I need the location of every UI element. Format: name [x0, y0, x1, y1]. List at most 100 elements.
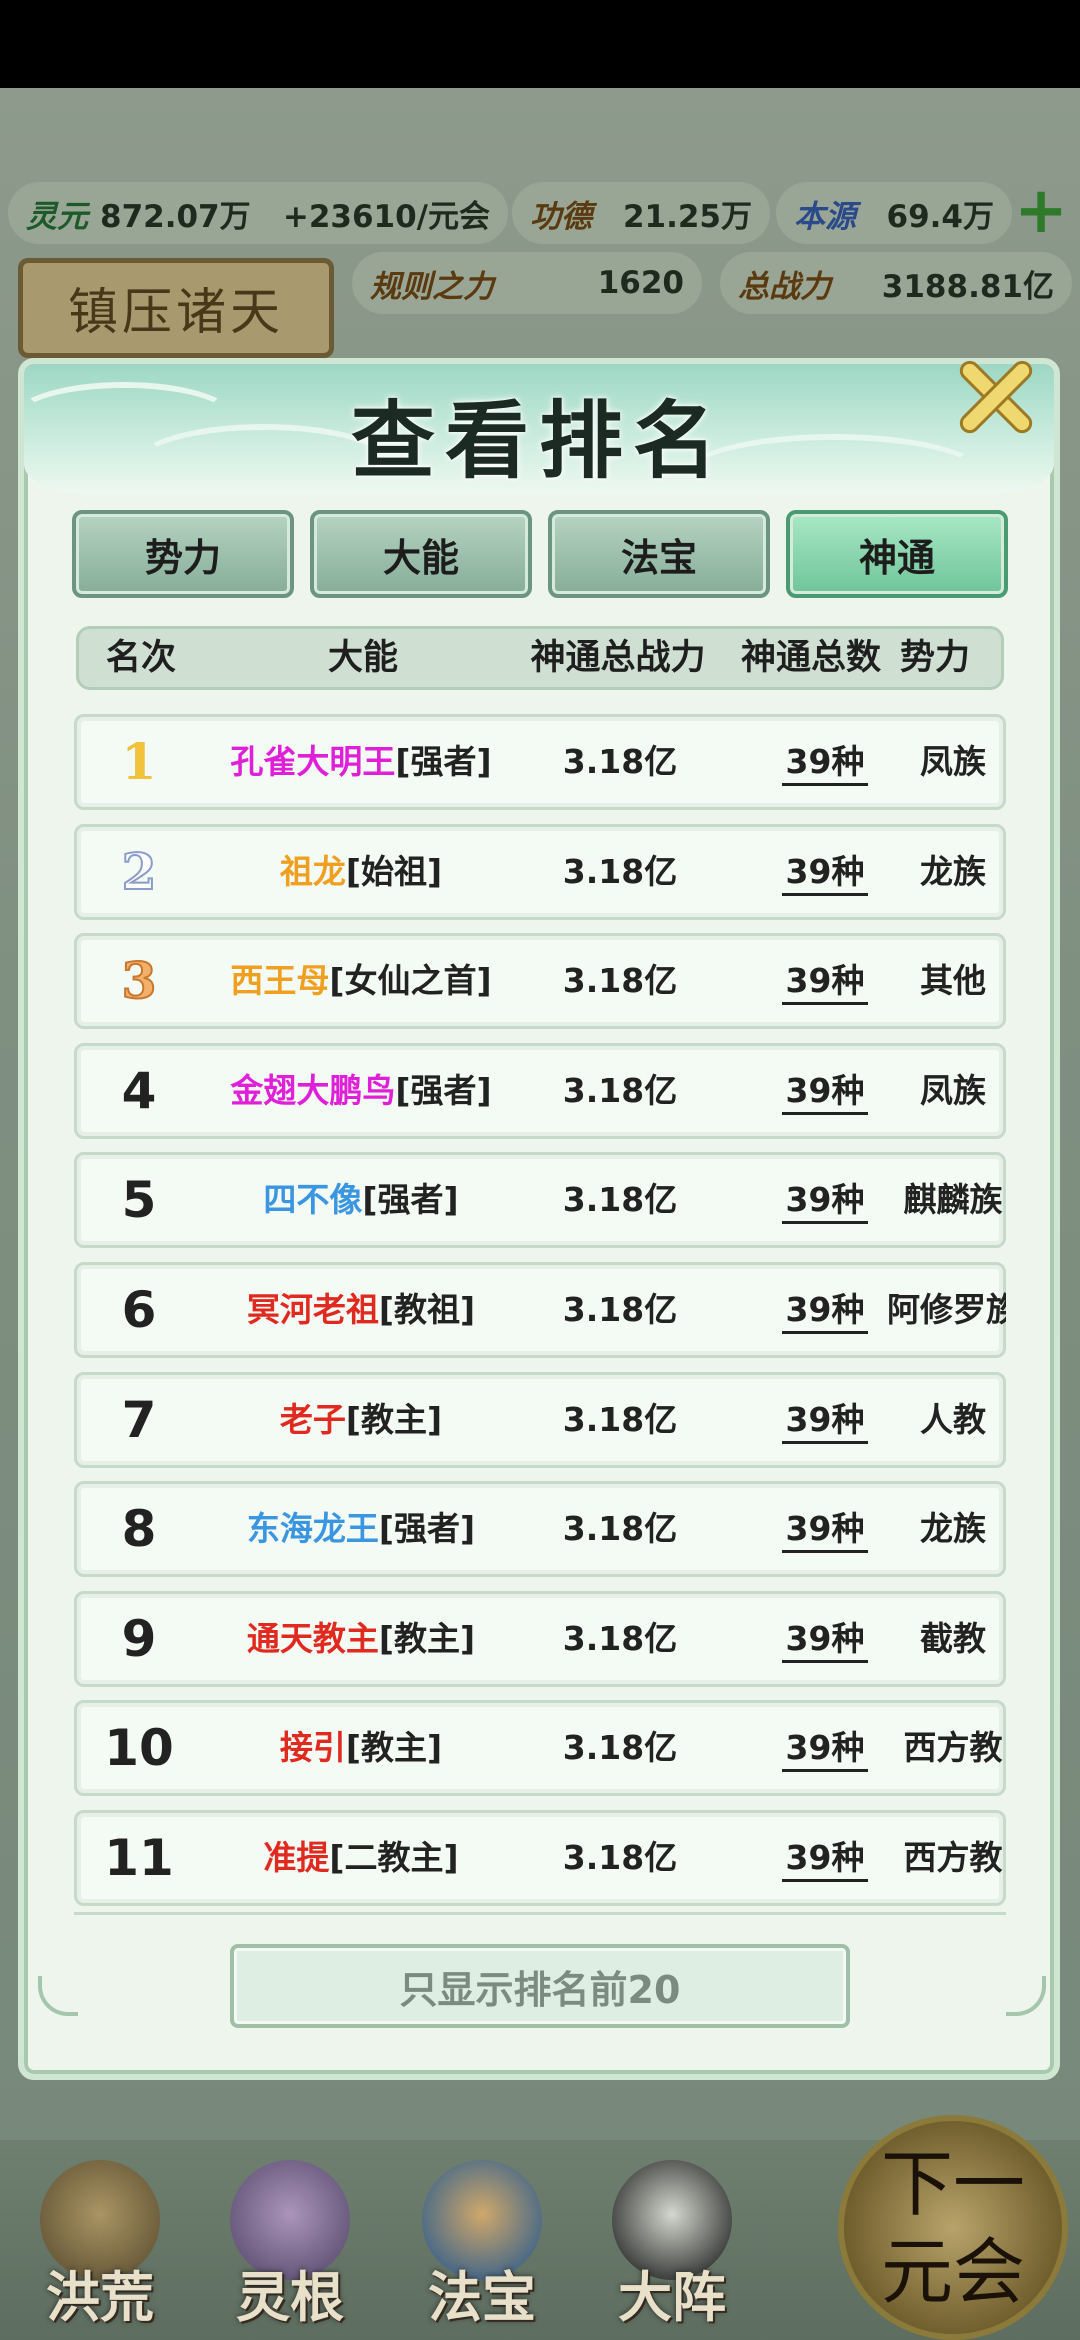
- skill-count-link[interactable]: 39种: [781, 1727, 869, 1773]
- daneng-title: [强者]: [378, 1509, 476, 1549]
- daneng-name: 老子: [279, 1399, 346, 1439]
- daneng-name-cell: 准提[二教主]: [201, 1813, 521, 1903]
- rank-number: 10: [104, 1719, 174, 1778]
- col-rank: 名次: [105, 638, 176, 678]
- skill-count-link[interactable]: 39种: [781, 1179, 869, 1225]
- daneng-name: 西王母: [230, 961, 330, 1001]
- benyuan-value: 69.4万: [886, 198, 995, 235]
- tab-shili[interactable]: 势力: [72, 510, 294, 598]
- tab-daneng[interactable]: 大能: [310, 510, 532, 598]
- guize-value: 1620: [597, 265, 684, 301]
- next-era-line1: 下一: [880, 2142, 1025, 2226]
- modal-title: 查看排名: [350, 391, 727, 490]
- nav-item-honghuang[interactable]: 洪荒: [10, 2150, 190, 2340]
- daneng-title: [教祖]: [378, 1290, 476, 1329]
- daneng-title: [强者]: [362, 1180, 459, 1220]
- daneng-name: 祖龙: [279, 851, 346, 891]
- faction: 其他: [920, 961, 986, 1001]
- table-row[interactable]: 7 老子[教主] 3.18亿 39种 人教: [74, 1371, 1006, 1468]
- next-era-label: 下一 元会: [848, 2140, 1058, 2316]
- table-row[interactable]: 10 接引[教主] 3.18亿 39种 西方教: [74, 1700, 1006, 1797]
- daneng-title: [始祖]: [345, 851, 443, 891]
- daneng-title: [教主]: [345, 1728, 443, 1768]
- total-power: 3.18亿: [562, 1618, 678, 1658]
- total-power: 3.18亿: [562, 1509, 678, 1549]
- title-plaque[interactable]: 镇压诸天: [18, 258, 334, 358]
- rank-number: 11: [104, 1829, 174, 1887]
- close-button[interactable]: [948, 350, 1044, 446]
- rank-number: 9: [121, 1609, 157, 1668]
- col-daneng: 大能: [327, 638, 398, 678]
- daneng-name-cell: 西王母[女仙之首]: [201, 936, 521, 1026]
- table-header: 名次 大能 神通总战力 神通总数 势力: [76, 626, 1004, 690]
- rank-number: 8: [121, 1500, 157, 1559]
- skill-count-link[interactable]: 39种: [781, 1618, 869, 1663]
- daneng-title: [教主]: [378, 1618, 476, 1658]
- daneng-title: [强者]: [395, 742, 492, 781]
- daneng-name: 孔雀大明王: [230, 742, 396, 781]
- daneng-name: 四不像: [263, 1180, 363, 1220]
- col-power: 神通总战力: [530, 638, 706, 678]
- daneng-title: [女仙之首]: [329, 961, 492, 1001]
- skill-count-link[interactable]: 39种: [781, 1399, 869, 1444]
- nav-label-dazhen: 大阵: [618, 2265, 726, 2329]
- total-power: 3.18亿: [562, 1728, 678, 1768]
- col-faction: 势力: [899, 638, 970, 678]
- table-row[interactable]: 4 金翅大鹏鸟[强者] 3.18亿 39种 凤族: [74, 1042, 1006, 1139]
- rank-number: 4: [121, 1061, 157, 1120]
- table-row[interactable]: 11 准提[二教主] 3.18亿 39种 西方教: [74, 1810, 1006, 1906]
- table-row[interactable]: 8 东海龙王[强者] 3.18亿 39种 龙族: [74, 1481, 1006, 1578]
- skill-count-link[interactable]: 39种: [781, 851, 869, 896]
- nav-label-honghuang: 洪荒: [46, 2265, 154, 2329]
- zongzhanli-value: 3188.81亿: [881, 268, 1054, 305]
- total-power: 3.18亿: [562, 1399, 678, 1439]
- table-row[interactable]: 6 冥河老祖[教祖] 3.18亿 39种 阿修罗族: [74, 1262, 1006, 1358]
- daneng-name-cell: 四不像[强者]: [201, 1155, 521, 1245]
- corner-ornament: [1006, 1976, 1046, 2016]
- daneng-name: 东海龙王: [246, 1509, 379, 1549]
- skill-count-link[interactable]: 39种: [781, 960, 869, 1006]
- show-top20-button[interactable]: 只显示排名前20: [230, 1944, 850, 2028]
- faction: 凤族: [920, 1070, 986, 1110]
- faction: 西方教: [903, 1838, 1003, 1877]
- skill-count-link[interactable]: 39种: [781, 1289, 869, 1334]
- total-power: 3.18亿: [562, 742, 678, 781]
- daneng-title: [二教主]: [329, 1838, 459, 1877]
- nav-item-linggen[interactable]: 灵根: [200, 2150, 380, 2340]
- tab-fabao[interactable]: 法宝: [548, 510, 770, 598]
- faction: 麒麟族: [903, 1180, 1003, 1220]
- faction: 凤族: [920, 742, 986, 781]
- skill-count-link[interactable]: 39种: [781, 1070, 869, 1115]
- status-bar: [0, 0, 1080, 88]
- gongde-value: 21.25万: [622, 198, 752, 235]
- skill-count-link[interactable]: 39种: [781, 1837, 869, 1882]
- nav-item-dazhen[interactable]: 大阵: [582, 2150, 762, 2340]
- daneng-name-cell: 老子[教主]: [201, 1375, 521, 1465]
- benyuan-label: 本源: [794, 198, 856, 235]
- total-power: 3.18亿: [562, 1180, 678, 1220]
- table-row[interactable]: 5 四不像[强者] 3.18亿 39种 麒麟族: [74, 1152, 1006, 1249]
- ranking-tabs: 势力 大能 法宝 神通: [72, 510, 1010, 600]
- modal-header: 查看排名: [14, 364, 1054, 494]
- ranking-list[interactable]: 1 孔雀大明王[强者] 3.18亿 39种 凤族 2 祖龙[始祖] 3.18亿 39种 龙族 3 西王…: [74, 714, 1006, 1920]
- daneng-name: 冥河老祖: [246, 1290, 379, 1329]
- tab-shentong[interactable]: 神通: [786, 510, 1008, 598]
- skill-count-link[interactable]: 39种: [781, 741, 869, 786]
- nav-item-fabao[interactable]: 法宝: [392, 2150, 572, 2340]
- faction: 截教: [920, 1618, 986, 1658]
- guize-pill: 规则之力 1620: [352, 252, 702, 314]
- table-row[interactable]: 1 孔雀大明王[强者] 3.18亿 39种 凤族: [74, 714, 1006, 810]
- rank-medal-icon: 1: [121, 732, 157, 791]
- plus-icon[interactable]: +: [1012, 179, 1070, 244]
- daneng-name: 金翅大鹏鸟: [230, 1070, 396, 1110]
- list-bottom-edge: [74, 1912, 1006, 1920]
- daneng-name-cell: 祖龙[始祖]: [201, 827, 521, 917]
- table-row[interactable]: 9 通天教主[教主] 3.18亿 39种 截教: [74, 1590, 1006, 1687]
- total-power: 3.18亿: [562, 961, 678, 1001]
- table-row[interactable]: 3 西王母[女仙之首] 3.18亿 39种 其他: [74, 933, 1006, 1030]
- total-power: 3.18亿: [562, 851, 678, 891]
- table-row[interactable]: 2 祖龙[始祖] 3.18亿 39种 龙族: [74, 823, 1006, 920]
- nav-label-linggen: 灵根: [236, 2265, 344, 2329]
- skill-count-link[interactable]: 39种: [781, 1508, 869, 1554]
- lingyuan-pill: 灵元 872.07万 +23610/元会: [8, 182, 508, 244]
